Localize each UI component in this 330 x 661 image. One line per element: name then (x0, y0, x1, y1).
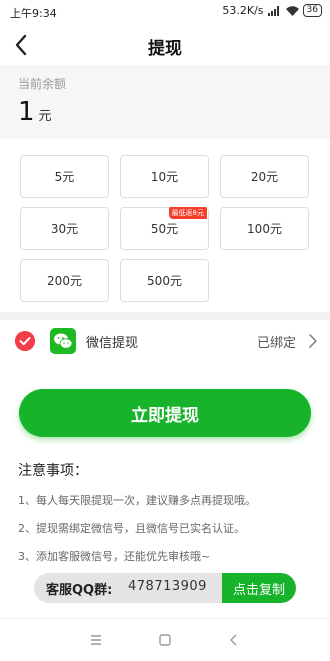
amount-option-30[interactable]: 30元 (20, 207, 109, 250)
back-icon[interactable] (224, 630, 244, 650)
amount-option-label: 5元 (54, 170, 75, 184)
amount-option-label: 100元 (247, 222, 282, 236)
amount-option-200[interactable]: 200元 (20, 259, 109, 302)
amount-options: 5元 10元 20元 30元 最低返8元 50元 100元 200元 500元 (0, 140, 330, 312)
withdraw-now-button[interactable]: 立即提现 (19, 389, 311, 437)
note-item: 1、每人每天限提现一次，建议赚多点再提现哦。 (18, 494, 256, 507)
amount-option-label: 30元 (50, 222, 79, 236)
menu-icon[interactable] (86, 630, 106, 650)
customer-service-bar: 客服QQ群: 478713909 点击复制 (34, 573, 296, 603)
promo-badge: 最低返8元 (168, 207, 207, 219)
payment-method-row[interactable]: 微信提现 已绑定 (0, 320, 330, 362)
status-time: 上午9:34 (10, 7, 57, 20)
amount-option-500[interactable]: 500元 (120, 259, 209, 302)
amount-option-100[interactable]: 100元 (220, 207, 309, 250)
qq-group-label: 客服QQ群: (46, 583, 113, 598)
balance-amount: 1元 (18, 97, 52, 127)
qq-group-number: 478713909 (128, 579, 207, 594)
selected-check-icon[interactable] (15, 331, 35, 351)
amount-option-10[interactable]: 10元 (120, 155, 209, 198)
page-title: 提现 (148, 39, 182, 59)
bind-status: 已绑定 (256, 336, 296, 351)
amount-option-label: 20元 (250, 170, 279, 184)
notes-title: 注意事项： (18, 463, 88, 479)
balance-label: 当前余额 (18, 77, 67, 91)
note-item: 3、添加客服微信号，还能优先审核哦~ (18, 550, 211, 563)
chevron-right-icon (309, 334, 317, 348)
amount-option-label: 50元 (150, 222, 179, 236)
battery-icon: 36 (302, 4, 322, 17)
section-divider (0, 312, 330, 320)
balance-value: 1 (18, 97, 35, 127)
amount-option-label: 200元 (47, 274, 82, 288)
payment-method-label: 微信提现 (86, 336, 139, 351)
note-item: 2、提现需绑定微信号，且微信号已实名认证。 (18, 522, 245, 535)
system-nav-bar (0, 618, 330, 661)
home-icon[interactable] (155, 630, 175, 650)
amount-option-label: 10元 (150, 170, 179, 184)
network-speed: 53.2K/s (222, 4, 264, 17)
signal-icon (267, 5, 279, 16)
amount-option-20[interactable]: 20元 (220, 155, 309, 198)
nav-bar: 提现 (0, 24, 330, 67)
amount-option-5[interactable]: 5元 (20, 155, 109, 198)
wifi-icon (285, 5, 299, 16)
balance-section: 当前余额 1元 (0, 67, 330, 139)
status-bar: 上午9:34 53.2K/s 36 (0, 0, 330, 24)
status-icons: 53.2K/s 36 (222, 4, 322, 17)
copy-button[interactable]: 点击复制 (222, 573, 296, 603)
balance-unit: 元 (38, 109, 52, 124)
amount-option-50[interactable]: 最低返8元 50元 (120, 207, 209, 250)
wechat-icon (50, 328, 76, 354)
amount-option-label: 500元 (147, 274, 182, 288)
